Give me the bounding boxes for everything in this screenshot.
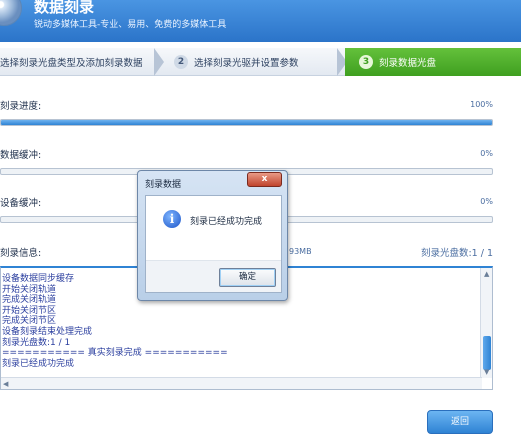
step-3-active: 3 刻录数据光盘 xyxy=(345,48,521,76)
burn-progress-fill xyxy=(1,120,492,125)
scroll-down-icon[interactable]: ▼ xyxy=(484,368,489,376)
dialog-message: 刻录已经成功完成 xyxy=(190,217,263,227)
device-buffer-label: 设备缓冲: xyxy=(0,198,42,209)
step-2-number: 2 xyxy=(174,55,188,69)
data-buffer-percent: 0% xyxy=(480,149,493,158)
step-3-label: 刻录数据光盘 xyxy=(379,58,437,69)
log-line: 开始关闭节区 xyxy=(2,305,57,316)
log-line: =========== 真实刻录完成 =========== xyxy=(2,348,228,359)
device-buffer-percent: 0% xyxy=(480,197,493,206)
log-line: 设备刻录结束处理完成 xyxy=(2,326,93,337)
app-header: 数据刻录 锐动多媒体工具-专业、易用、免费的多媒体工具 xyxy=(0,0,521,42)
burn-progress-percent: 100% xyxy=(470,100,493,109)
app-subtitle: 锐动多媒体工具-专业、易用、免费的多媒体工具 xyxy=(34,20,227,30)
log-line: 完成关闭节区 xyxy=(2,316,57,327)
dialog-footer: 确定 xyxy=(146,260,281,292)
burn-progress-label: 刻录进度: xyxy=(0,101,42,112)
dialog-body: i 刻录已经成功完成 确定 xyxy=(145,195,282,293)
step-3-number: 3 xyxy=(359,55,373,69)
step-1: 选择刻录光盘类型及添加刻录数据 xyxy=(0,48,160,76)
burn-progress-bar xyxy=(0,119,493,126)
dialog-close-button[interactable]: x xyxy=(247,172,282,187)
completion-dialog: 刻录数据 x i 刻录已经成功完成 确定 xyxy=(137,170,288,301)
wizard-steps: 选择刻录光盘类型及添加刻录数据 2 选择刻录光驱并设置参数 3 刻录数据光盘 xyxy=(0,48,521,76)
data-buffer-label: 数据缓冲: xyxy=(0,150,42,161)
dialog-ok-button[interactable]: 确定 xyxy=(219,268,276,287)
scroll-up-icon[interactable]: ▲ xyxy=(484,270,489,278)
burn-info-size: 93MB xyxy=(289,247,312,256)
burn-info-label: 刻录信息: xyxy=(0,248,42,259)
scroll-left-icon[interactable]: ◀ xyxy=(3,380,8,388)
disc-logo-icon xyxy=(0,0,22,26)
log-line: 刻录光盘数:1 / 1 xyxy=(2,337,71,348)
app-title: 数据刻录 xyxy=(34,0,95,16)
scroll-thumb[interactable] xyxy=(483,336,491,370)
step-separator-icon xyxy=(154,48,164,76)
step-1-label: 选择刻录光盘类型及添加刻录数据 xyxy=(0,58,143,69)
log-horizontal-scrollbar[interactable]: ◀ xyxy=(1,377,482,389)
log-vertical-scrollbar[interactable]: ▲ ▼ xyxy=(480,268,492,378)
dialog-title: 刻录数据 xyxy=(145,180,182,190)
info-icon: i xyxy=(163,210,181,228)
step-2: 2 选择刻录光驱并设置参数 xyxy=(164,48,344,76)
log-line: 刻录已经成功完成 xyxy=(2,358,75,369)
disc-count: 刻录光盘数:1 / 1 xyxy=(420,248,493,259)
back-button[interactable]: 返回 xyxy=(427,410,493,434)
step-2-label: 选择刻录光驱并设置参数 xyxy=(194,58,299,69)
